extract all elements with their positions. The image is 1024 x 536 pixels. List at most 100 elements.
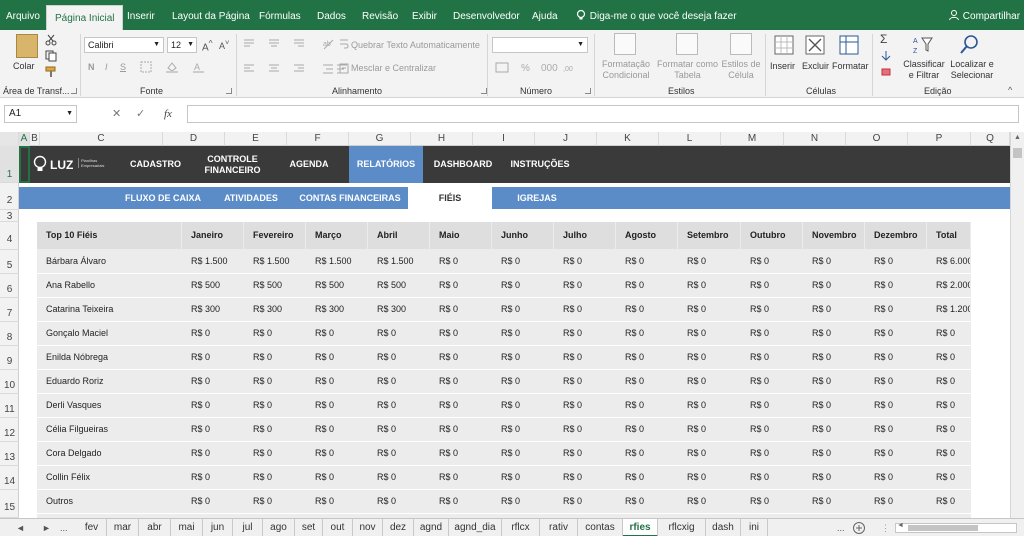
amount-cell[interactable]: R$ 0: [741, 346, 802, 369]
amount-cell[interactable]: R$ 0: [492, 370, 553, 393]
row-header-15[interactable]: 15: [0, 490, 19, 518]
row-header-12[interactable]: 12: [0, 418, 19, 442]
amount-cell[interactable]: R$ 0: [865, 466, 926, 489]
format-cells-icon[interactable]: [838, 34, 860, 56]
name-box[interactable]: A1 ▼: [4, 105, 77, 123]
amount-cell[interactable]: R$ 0: [244, 466, 305, 489]
amount-cell[interactable]: R$ 0: [616, 490, 677, 513]
amount-cell[interactable]: R$ 0: [554, 250, 615, 273]
tab-formulas[interactable]: Fórmulas: [259, 0, 301, 30]
horizontal-scroll-thumb[interactable]: [908, 525, 978, 531]
amount-cell[interactable]: R$ 0: [616, 394, 677, 417]
amount-cell[interactable]: R$ 0: [430, 274, 491, 297]
conditional-format-button[interactable]: Formatação Condicional: [598, 59, 654, 81]
amount-cell[interactable]: R$ 0: [244, 370, 305, 393]
amount-cell[interactable]: R$ 0: [492, 394, 553, 417]
amount-cell[interactable]: R$ 0: [803, 298, 864, 321]
vertical-scrollbar[interactable]: ▲: [1010, 132, 1024, 518]
italic-button[interactable]: I: [105, 62, 108, 72]
selected-cell-a1[interactable]: [19, 146, 30, 183]
column-header-d[interactable]: D: [163, 132, 225, 146]
sort-filter-button[interactable]: Classificar e Filtrar: [902, 59, 946, 81]
more-sheets-right-icon[interactable]: ...: [837, 519, 845, 536]
fiel-name-cell[interactable]: Célia Filgueiras: [37, 418, 181, 441]
find-select-button[interactable]: Localizar e Selecionar: [947, 59, 997, 81]
amount-cell[interactable]: R$ 0: [927, 346, 970, 369]
amount-cell[interactable]: R$ 0: [803, 490, 864, 513]
amount-cell[interactable]: R$ 0: [741, 274, 802, 297]
clipboard-launcher-icon[interactable]: [71, 88, 77, 94]
amount-cell[interactable]: R$ 0: [306, 466, 367, 489]
amount-cell[interactable]: R$ 0: [182, 490, 243, 513]
cancel-icon[interactable]: ✕: [112, 105, 121, 123]
amount-cell[interactable]: R$ 0: [865, 490, 926, 513]
amount-cell[interactable]: R$ 0: [492, 322, 553, 345]
format-cells-button[interactable]: Formatar: [832, 61, 869, 72]
tab-splitter-icon[interactable]: ⋮: [881, 519, 890, 536]
amount-cell[interactable]: R$ 0: [182, 442, 243, 465]
row-header-3[interactable]: 3: [0, 210, 19, 222]
amount-cell[interactable]: R$ 0: [430, 418, 491, 441]
amount-cell[interactable]: R$ 0: [306, 370, 367, 393]
amount-cell[interactable]: R$ 0: [492, 490, 553, 513]
sheet-tab-jun[interactable]: jun: [203, 519, 233, 536]
amount-cell[interactable]: R$ 0: [741, 250, 802, 273]
amount-cell[interactable]: R$ 0: [430, 322, 491, 345]
vertical-align-icons[interactable]: [242, 39, 322, 49]
tab-revisao[interactable]: Revisão: [362, 0, 398, 30]
amount-cell[interactable]: R$ 0: [492, 418, 553, 441]
amount-cell[interactable]: R$ 0: [368, 394, 429, 417]
next-sheet-icon[interactable]: ►: [42, 519, 51, 536]
amount-cell[interactable]: R$ 0: [678, 442, 740, 465]
nav-relatorios[interactable]: RELATÓRIOS: [349, 146, 423, 183]
amount-cell[interactable]: R$ 0: [927, 322, 970, 345]
amount-cell[interactable]: R$ 0: [865, 418, 926, 441]
merge-center-button[interactable]: Mesclar e Centralizar: [351, 63, 436, 73]
amount-cell[interactable]: R$ 0: [244, 418, 305, 441]
amount-cell[interactable]: R$ 0: [927, 466, 970, 489]
sheet-tab-dez[interactable]: dez: [383, 519, 414, 536]
insert-function-icon[interactable]: fx: [164, 105, 172, 123]
nav-cadastro[interactable]: CADASTRO: [123, 146, 188, 183]
amount-cell[interactable]: R$ 0: [678, 394, 740, 417]
amount-cell[interactable]: R$ 0: [182, 322, 243, 345]
amount-cell[interactable]: R$ 0: [554, 346, 615, 369]
amount-cell[interactable]: R$ 0: [803, 322, 864, 345]
tab-exibir[interactable]: Exibir: [412, 0, 437, 30]
amount-cell[interactable]: R$ 0: [492, 346, 553, 369]
column-header-n[interactable]: N: [784, 132, 846, 146]
insert-cells-icon[interactable]: [773, 34, 795, 56]
sort-filter-icon[interactable]: AZ: [912, 34, 934, 56]
more-sheets-icon[interactable]: ...: [60, 519, 68, 536]
sheet-tab-nov[interactable]: nov: [353, 519, 383, 536]
sheet-tab-abr[interactable]: abr: [139, 519, 171, 536]
row-header-11[interactable]: 11: [0, 394, 19, 418]
amount-cell[interactable]: R$ 0: [554, 322, 615, 345]
merge-icon[interactable]: [339, 63, 349, 75]
sheet-tab-agnd-dia[interactable]: agnd_dia: [449, 519, 502, 536]
amount-cell[interactable]: R$ 0: [492, 298, 553, 321]
format-table-icon[interactable]: [676, 33, 698, 55]
column-header-c[interactable]: C: [40, 132, 163, 146]
row-header-5[interactable]: 5: [0, 250, 19, 274]
column-header-k[interactable]: K: [597, 132, 659, 146]
amount-cell[interactable]: R$ 0: [430, 250, 491, 273]
bold-button[interactable]: N: [88, 62, 95, 72]
amount-cell[interactable]: R$ 0: [741, 490, 802, 513]
amount-cell[interactable]: R$ 0: [927, 490, 970, 513]
tab-dados[interactable]: Dados: [317, 0, 346, 30]
amount-cell[interactable]: R$ 6.000: [927, 250, 970, 273]
amount-cell[interactable]: R$ 0: [182, 418, 243, 441]
enter-icon[interactable]: ✓: [136, 105, 145, 123]
column-header-l[interactable]: L: [659, 132, 721, 146]
amount-cell[interactable]: R$ 0: [803, 442, 864, 465]
sheet-tab-rflcxig[interactable]: rflcxig: [658, 519, 706, 536]
row-header-2[interactable]: 2: [0, 183, 19, 210]
cell-styles-icon[interactable]: [730, 33, 752, 55]
column-header-p[interactable]: P: [908, 132, 971, 146]
number-launcher-icon[interactable]: [585, 88, 591, 94]
format-table-button[interactable]: Formatar como Tabela: [655, 59, 720, 81]
paste-icon[interactable]: [16, 34, 38, 58]
column-header-q[interactable]: Q: [971, 132, 1010, 146]
amount-cell[interactable]: R$ 500: [182, 274, 243, 297]
